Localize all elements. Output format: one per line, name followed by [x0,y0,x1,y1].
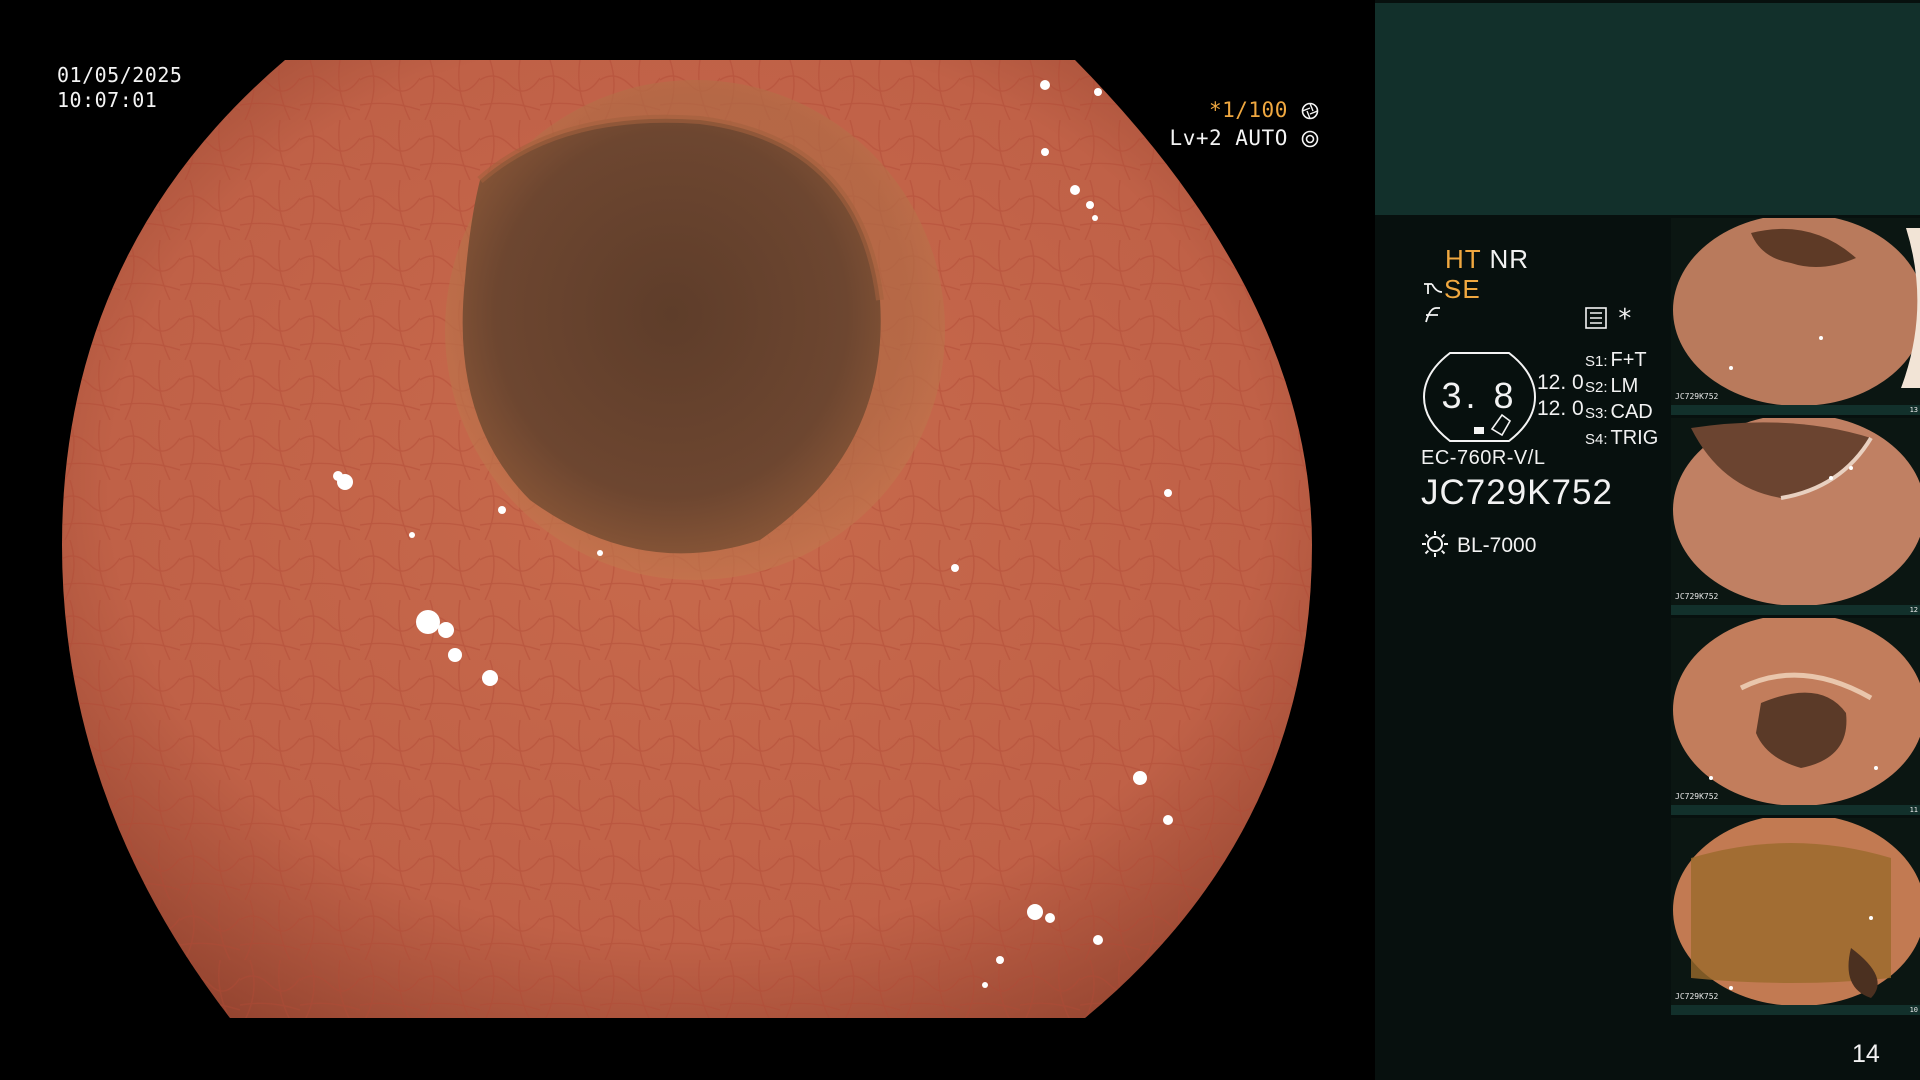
settings-readout: HT NR SE * 3. 8 12. 0 12. 0 S1: F+T S2: … [1395,240,1665,590]
gain-value: 12. 0 [1537,397,1584,420]
thumbnail[interactable]: JC729K752 10 [1671,814,1920,1015]
thumbnail-number: 13 [1909,406,1918,414]
iris-text: Lv+2 AUTO [1169,126,1288,150]
thumbnail-label: JC729K752 [1675,792,1719,801]
scope-switch-list: S1: F+T S2: LM S3: CAD S4: TRIG [1585,348,1658,452]
datetime-display: 01/05/2025 10:07:01 [57,63,182,113]
scope-switch-item: S2: LM [1585,375,1639,397]
thumbnail-label: JC729K752 [1675,592,1719,601]
gauge-value: 3. 8 [1441,375,1518,416]
thumbnail-number: 10 [1909,1006,1918,1014]
filter-icon [1425,307,1440,323]
thumbnail-image [1671,214,1920,415]
panel-header-area [1375,3,1920,215]
menu-panel-icon [1585,307,1607,329]
time-text: 10:07:01 [57,88,158,112]
se-row: SE [1422,274,1481,304]
se-label: SE [1444,274,1481,304]
scope-serial: JC729K752 [1421,473,1613,512]
status-panel: HT NR SE * 3. 8 12. 0 12. 0 S1: F+T S2: … [1375,0,1920,1080]
light-source-label: BL-7000 [1457,534,1537,557]
nr-label: NR [1489,244,1529,274]
ht-nr-row: HT NR [1445,244,1529,274]
gain-value: 12. 0 [1537,371,1584,394]
thumbnail-number: 12 [1909,606,1918,614]
light-source-icon [1422,531,1448,557]
thumbnail-image [1671,414,1920,615]
gain-values: 12. 0 12. 0 [1537,370,1584,422]
light-source: BL-7000 [1421,530,1536,558]
thumbnail[interactable]: JC729K752 13 [1671,214,1920,415]
scope-switch-item: S3: CAD [1585,401,1653,423]
star-marker: * [1617,304,1633,334]
thumbnail-label: JC729K752 [1675,992,1719,1001]
structure-enhance-icon [1424,283,1443,294]
iris-icon [1301,130,1319,148]
shutter-readout: *1/100 [1209,98,1319,123]
thumbnail-image [1671,814,1920,1015]
scope-switch-item: S4: TRIG [1585,427,1659,449]
endoscopic-image [62,60,1312,1018]
thumbnail-label: JC729K752 [1675,392,1719,401]
thumbnail-number: 11 [1909,806,1918,814]
date-text: 01/05/2025 [57,63,183,87]
shutter-text: *1/100 [1208,98,1288,122]
thumbnail[interactable]: JC729K752 11 [1671,614,1920,815]
iris-readout: Lv+2 AUTO [1170,126,1319,151]
thumbnail[interactable]: JC729K752 12 [1671,414,1920,615]
ht-label: HT [1445,244,1482,274]
thumbnail-image [1671,614,1920,815]
shutter-icon [1301,102,1319,120]
scope-switch-item: S1: F+T [1585,349,1647,371]
endoscope-main-view: 01/05/2025 10:07:01 *1/100 Lv+2 AUTO [0,0,1375,1080]
filter-row [1422,304,1444,334]
scope-model: EC-760R-V/L [1421,447,1546,469]
image-count: 14 [1852,1040,1880,1068]
